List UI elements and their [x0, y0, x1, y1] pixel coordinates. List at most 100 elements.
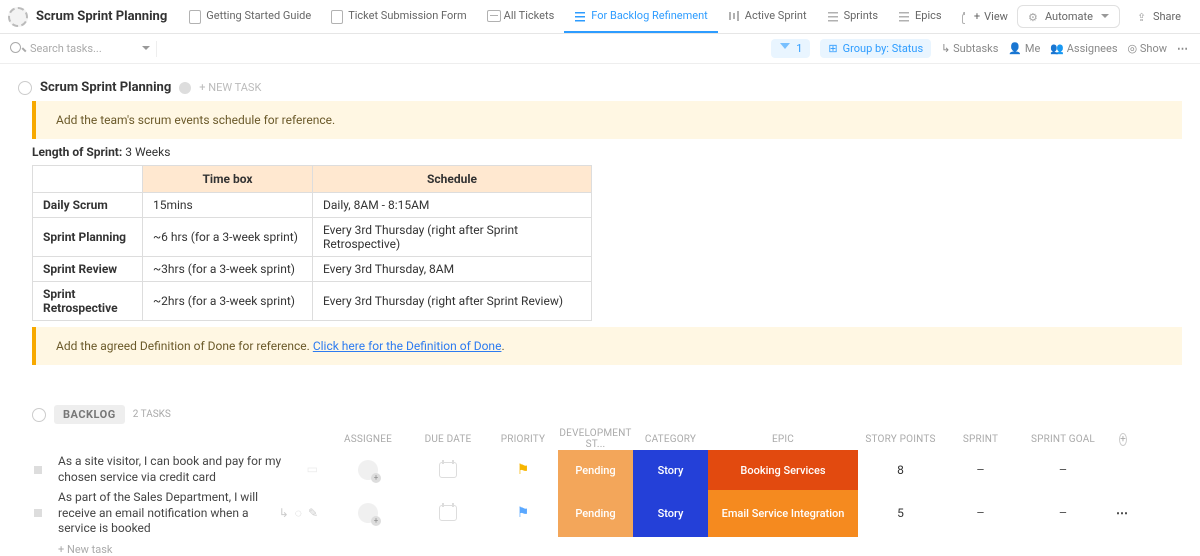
col-points[interactable]: STORY POINTS [858, 434, 943, 445]
status-circle-icon[interactable] [32, 408, 46, 422]
table-row[interactable]: As part of the Sales Department, I will … [18, 490, 1182, 537]
tab-epics[interactable]: Epics [888, 0, 952, 33]
schedule-row: Daily Scrum15minsDaily, 8AM - 8:15AM [33, 193, 592, 218]
schedule-banner: Add the team's scrum events schedule for… [32, 101, 1182, 139]
automate-button[interactable]: ⚙ Automate [1017, 5, 1120, 28]
set-due-date-button[interactable] [439, 462, 457, 478]
sprint-length-label: Length of Sprint: [32, 145, 122, 159]
search-placeholder: Search tasks... [30, 42, 121, 55]
tab-label: Active Sprint [745, 9, 807, 22]
subtask-icon[interactable]: ↳ [279, 506, 289, 522]
tab-ticket-submission-form[interactable]: Ticket Submission Form [321, 0, 476, 33]
col-assignee[interactable]: ASSIGNEE [328, 434, 408, 445]
backlog-count: 2 TASKS [133, 409, 171, 420]
col-priority[interactable]: PRIORITY [488, 434, 558, 445]
add-assignee-button[interactable] [358, 460, 378, 480]
subtasks-button[interactable]: ↳ Subtasks [941, 42, 998, 55]
group-by-button[interactable]: ⊞ Group by: Status [820, 39, 931, 58]
view-icon [574, 10, 586, 22]
subtasks-label: Subtasks [953, 42, 998, 55]
col-sprint[interactable]: SPRINT [943, 434, 1018, 445]
schedule-cell: Daily Scrum [33, 193, 143, 218]
schedule-cell: Sprint Review [33, 257, 143, 282]
tab-getting-started-guide[interactable]: Getting Started Guide [179, 0, 321, 33]
users-icon: 👥 [1050, 42, 1066, 55]
col-epic[interactable]: EPIC [708, 434, 858, 445]
tab-active-sprint[interactable]: Active Sprint [718, 0, 817, 33]
list-title[interactable]: Scrum Sprint Planning [40, 80, 171, 95]
col-goal[interactable]: SPRINT GOAL [1018, 434, 1108, 445]
add-assignee-button[interactable] [358, 503, 378, 523]
task-title[interactable]: As part of the Sales Department, I will … [58, 490, 273, 537]
dod-banner-pre: Add the agreed Definition of Done for re… [56, 339, 313, 353]
drag-handle-icon[interactable] [34, 466, 42, 474]
schedule-col-header [33, 166, 143, 193]
dod-banner-post: . [501, 339, 504, 353]
set-due-date-button[interactable] [439, 505, 457, 521]
schedule-cell: Every 3rd Thursday (right after Sprint R… [313, 282, 592, 321]
filter-count-pill[interactable]: 1 [771, 39, 810, 58]
drag-handle-icon[interactable] [34, 509, 42, 517]
filter-count: 1 [796, 42, 802, 55]
share-button[interactable]: ⇪ Share [1128, 6, 1190, 27]
row-more-button[interactable]: ⋯ [1116, 506, 1130, 520]
chevron-down-icon[interactable] [139, 42, 150, 55]
priority-flag-icon[interactable]: ⚑ [517, 505, 530, 521]
sprint-goal-value[interactable]: – [1059, 463, 1068, 478]
assignees-button[interactable]: 👥 Assignees [1050, 42, 1117, 55]
info-icon[interactable] [179, 82, 191, 94]
add-view-button[interactable]: + View [965, 6, 1017, 27]
note-icon[interactable]: ▭ [307, 462, 318, 478]
schedule-row: Sprint Planning~6 hrs (for a 3-week spri… [33, 218, 592, 257]
schedule-cell: ~3hrs (for a 3-week sprint) [143, 257, 313, 282]
development-status-tag[interactable]: Pending [558, 490, 633, 537]
tab-label: Sprints [844, 9, 878, 22]
col-dev[interactable]: DEVELOPMENT ST... [558, 428, 633, 450]
show-columns-button[interactable]: ◎ Show [1128, 42, 1167, 55]
schedule-row: Sprint Retrospective~2hrs (for a 3-week … [33, 282, 592, 321]
sprint-value[interactable]: – [976, 506, 985, 521]
table-row[interactable]: As a site visitor, I can book and pay fo… [18, 450, 1182, 490]
add-column-button[interactable]: + [1119, 433, 1127, 446]
category-tag[interactable]: Story [633, 490, 708, 537]
new-task-hint[interactable]: + NEW TASK [199, 81, 261, 94]
dod-link[interactable]: Click here for the Definition of Done [313, 339, 502, 353]
tab-label: For Backlog Refinement [591, 9, 708, 22]
group-by-label: Group by: Status [843, 42, 924, 55]
sprint-goal-value[interactable]: – [1059, 506, 1068, 521]
divider [156, 41, 157, 57]
development-status-tag[interactable]: Pending [558, 450, 633, 490]
schedule-cell: ~2hrs (for a 3-week sprint) [143, 282, 313, 321]
priority-flag-icon[interactable]: ⚑ [517, 462, 530, 478]
sprint-length-value: 3 Weeks [125, 145, 170, 159]
col-due[interactable]: DUE DATE [408, 434, 488, 445]
tag-icon[interactable]: ◌ [295, 506, 302, 522]
sprint-value[interactable]: – [976, 463, 985, 478]
backlog-group-chip[interactable]: BACKLOG [54, 405, 125, 424]
tab-definition-of-done[interactable]: Definition of Done [952, 0, 965, 33]
task-title[interactable]: As a site visitor, I can book and pay fo… [58, 454, 301, 485]
new-task-button[interactable]: + New task [58, 543, 1182, 556]
view-icon [728, 10, 740, 22]
show-label: Show [1140, 42, 1167, 55]
more-menu-button[interactable]: ⋯ [1177, 42, 1190, 55]
edit-icon[interactable]: ✎ [308, 506, 318, 522]
me-mode-button[interactable]: 👤 Me [1008, 42, 1040, 55]
col-category[interactable]: CATEGORY [633, 434, 708, 445]
tab-label: Ticket Submission Form [348, 9, 466, 22]
banner-text: Add the team's scrum events schedule for… [56, 113, 335, 127]
tab-for-backlog-refinement[interactable]: For Backlog Refinement [564, 0, 718, 33]
share-icon: ⇪ [1137, 11, 1149, 23]
search-input[interactable]: Search tasks... [10, 42, 150, 56]
epic-tag[interactable]: Booking Services [708, 450, 858, 490]
tab-sprints[interactable]: Sprints [817, 0, 888, 33]
story-points-value[interactable]: 8 [897, 463, 904, 477]
story-points-value[interactable]: 5 [897, 506, 904, 520]
category-tag[interactable]: Story [633, 450, 708, 490]
tab-all-tickets[interactable]: All Tickets [477, 0, 565, 33]
sprint-length: Length of Sprint: 3 Weeks [32, 145, 1182, 159]
status-circle-icon[interactable] [18, 81, 32, 95]
epic-tag[interactable]: Email Service Integration [708, 490, 858, 537]
search-icon [10, 42, 26, 56]
chevron-down-icon [1098, 10, 1109, 23]
